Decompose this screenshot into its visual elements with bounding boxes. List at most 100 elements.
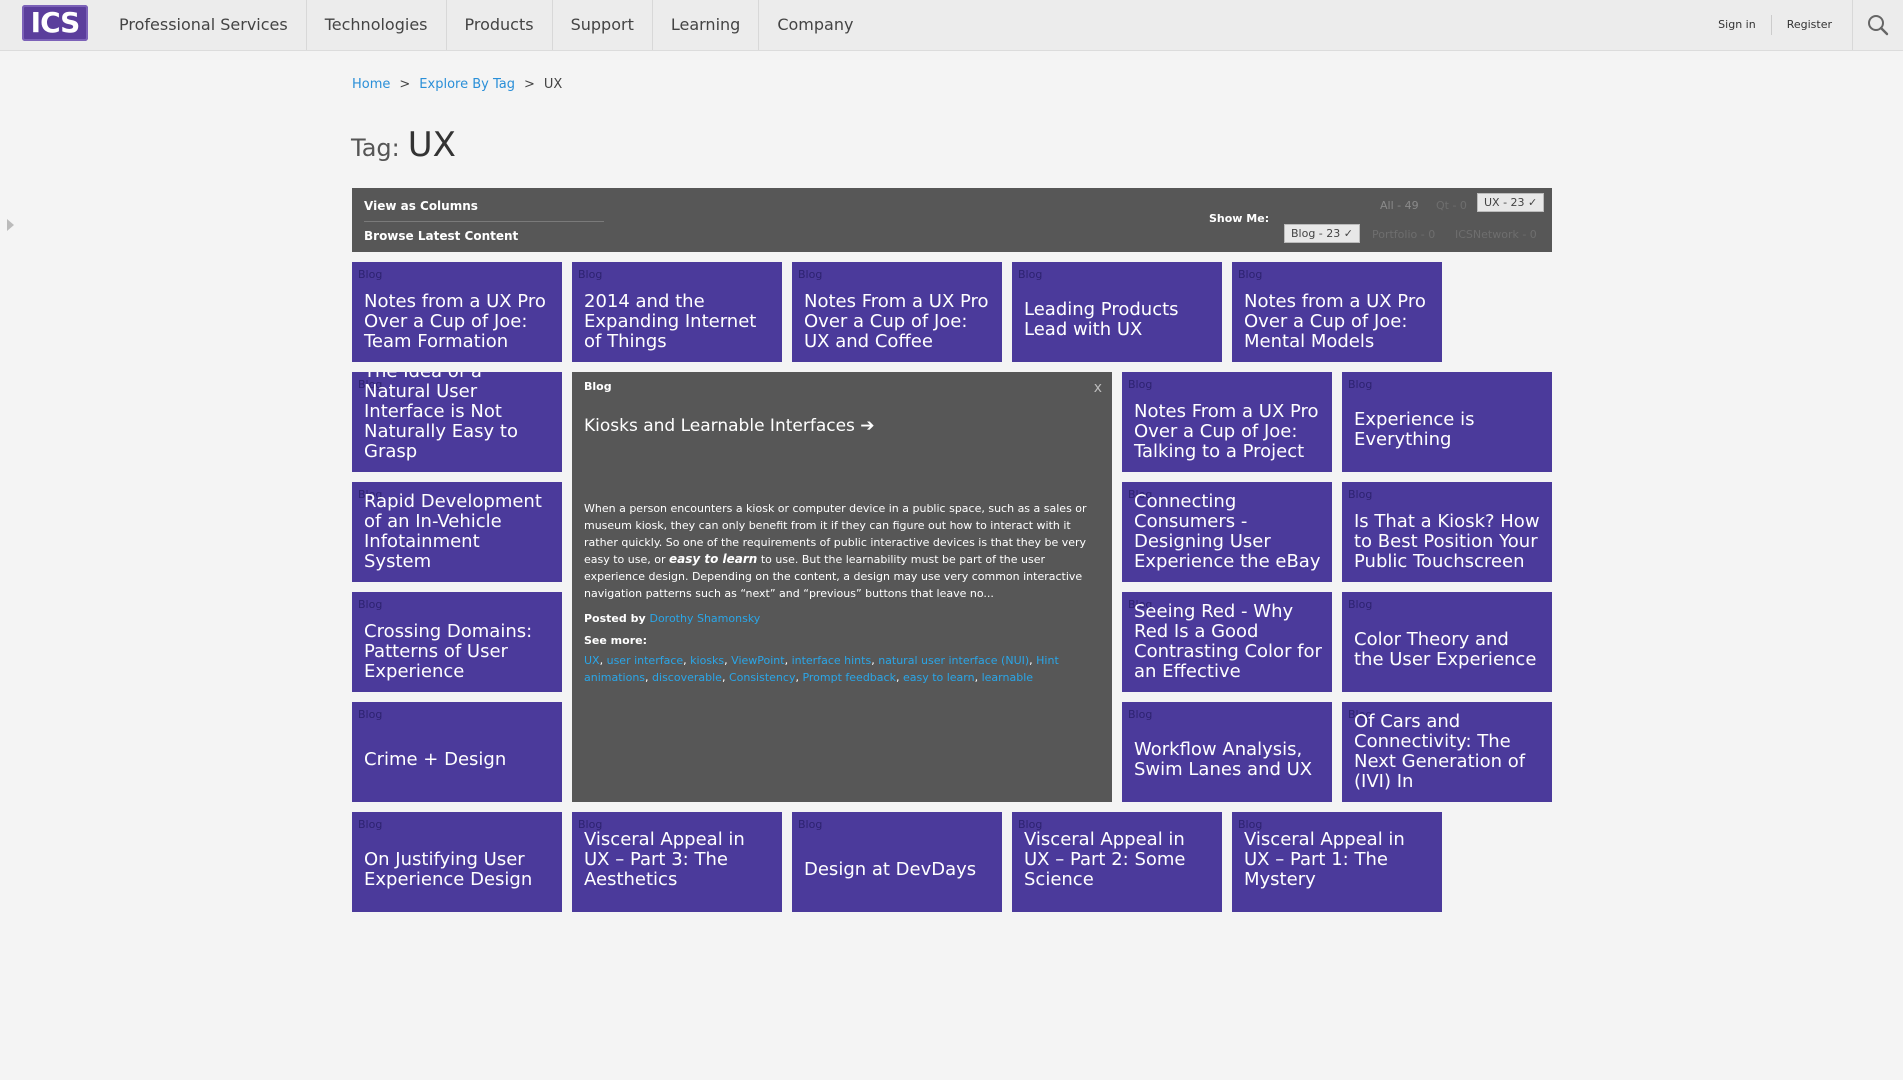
tile-title: Visceral Appeal in UX – Part 2: Some Sci… [1024, 829, 1186, 890]
nav-professional-services[interactable]: Professional Services [101, 0, 307, 50]
tile-title: Workflow Analysis, Swim Lanes and UX [1134, 739, 1313, 780]
content-tile[interactable]: Blog Of Cars and Connectivity: The Next G… [1342, 702, 1552, 802]
tag-link[interactable]: user interface [607, 654, 684, 667]
tag-label: Tag: [351, 134, 400, 162]
search-icon [1868, 15, 1889, 36]
tile-title: Leading Products Lead with UX [1024, 299, 1179, 340]
author-link[interactable]: Dorothy Shamonsky [649, 612, 760, 625]
tag-link[interactable]: ViewPoint [731, 654, 784, 667]
breadcrumb-home[interactable]: Home [352, 77, 390, 92]
tile-title: Visceral Appeal in UX – Part 3: The Aest… [584, 829, 745, 890]
tile-category: Blog [578, 268, 603, 281]
nav-company[interactable]: Company [759, 0, 871, 50]
toolbar-divider [364, 221, 604, 222]
content-tile[interactable]: Blog Crossing Domains: Patterns of User E… [352, 592, 562, 692]
content-tile[interactable]: Blog Rapid Development of an In-Vehicle I… [352, 482, 562, 582]
tag-link[interactable]: natural user interface (NUI) [878, 654, 1029, 667]
tile-category: Blog [1128, 378, 1153, 391]
panel-description: When a person encounters a kiosk or comp… [584, 500, 1099, 602]
tile-category: Blog [798, 268, 823, 281]
tile-title: Experience is Everything [1354, 409, 1475, 450]
tile-title: Crossing Domains: Patterns of User Exper… [364, 621, 533, 682]
tile-title: 2014 and the Expanding Internet of Thing… [584, 291, 757, 352]
tag-link[interactable]: Prompt feedback [802, 671, 896, 684]
tile-category: Blog [358, 268, 383, 281]
nav-support[interactable]: Support [553, 0, 653, 50]
content-tile[interactable]: BlogThe Idea of a Natural User Interface… [352, 372, 562, 472]
tile-title: Connecting Consumers - Designing User Ex… [1134, 491, 1321, 572]
content-tile[interactable]: Blog Notes From a UX Pro Over a Cup of Jo… [792, 262, 1002, 362]
tile-title: Visceral Appeal in UX – Part 1: The Myst… [1244, 829, 1405, 890]
content-tile[interactable]: Blog Notes from a UX Pro Over a Cup of Jo… [1232, 262, 1442, 362]
ics-logo[interactable]: ICS [22, 5, 88, 41]
tile-title: Design at DevDays [804, 859, 977, 880]
close-icon[interactable]: x [1094, 380, 1102, 396]
tile-category: Blog [1238, 268, 1263, 281]
content-tile[interactable]: Blog Visceral Appeal in UX – Part 3: The … [572, 812, 782, 912]
content-tile[interactable]: Blog 2014 and the Expanding Internet of T… [572, 262, 782, 362]
tag-link[interactable]: Consistency [729, 671, 796, 684]
show-me-label: Show Me: [1209, 212, 1270, 225]
nav-learning[interactable]: Learning [653, 0, 760, 50]
content-tile[interactable]: Blog Design at DevDays [792, 812, 1002, 912]
description-emphasis: easy to learn [669, 552, 758, 566]
nav-technologies[interactable]: Technologies [307, 0, 447, 50]
filter-qt[interactable]: Qt - 0 [1436, 199, 1467, 212]
sign-in-link[interactable]: Sign in [1703, 15, 1772, 35]
account-links: Sign in Register [1703, 0, 1903, 50]
browse-latest-link[interactable]: Browse Latest Content [364, 229, 518, 243]
tile-category: Blog [358, 818, 383, 831]
tile-title: Is That a Kiosk? How to Best Position Yo… [1354, 511, 1540, 572]
content-tile[interactable]: Blog Visceral Appeal in UX – Part 1: The … [1232, 812, 1442, 912]
main-menu: Professional Services Technologies Produ… [101, 0, 871, 50]
tag-link[interactable]: discoverable [652, 671, 722, 684]
content-tile[interactable]: Blog Notes from a UX Pro Over a Cup of Jo… [352, 262, 562, 362]
search-button[interactable] [1852, 0, 1903, 50]
tag-link[interactable]: UX [584, 654, 600, 667]
content-tile[interactable]: Blog Notes From a UX Pro Over a Cup of Jo… [1122, 372, 1332, 472]
tag-link[interactable]: learnable [982, 671, 1033, 684]
filter-ux[interactable]: UX - 23 ✓ [1477, 193, 1545, 212]
tag-link[interactable]: easy to learn [903, 671, 975, 684]
content-tile[interactable]: Blog Leading Products Lead with UX [1012, 262, 1222, 362]
content-tile[interactable]: Blog On Justifying User Experience Design [352, 812, 562, 912]
filter-all[interactable]: All - 49 [1380, 199, 1419, 212]
breadcrumb: Home > Explore By Tag > UX [352, 77, 562, 92]
content-tile[interactable]: Blog Workflow Analysis, Swim Lanes and UX [1122, 702, 1332, 802]
tile-category: Blog [1348, 598, 1373, 611]
view-as-columns-link[interactable]: View as Columns [364, 199, 478, 213]
expanded-post-panel: Blog x Kiosks and Learnable Interfaces ➔… [572, 372, 1112, 802]
content-tile[interactable]: Blog Connecting Consumers - Designing Use… [1122, 482, 1332, 582]
filter-blog[interactable]: Blog - 23 ✓ [1284, 224, 1360, 243]
content-tile[interactable]: Blog Visceral Appeal in UX – Part 2: Some… [1012, 812, 1222, 912]
tile-title: Notes From a UX Pro Over a Cup of Joe: U… [804, 291, 989, 352]
page-title: Tag: UX [351, 125, 456, 165]
filter-portfolio[interactable]: Portfolio - 0 [1372, 228, 1435, 241]
tile-title: Notes from a UX Pro Over a Cup of Joe: T… [364, 291, 546, 352]
tag-list: UX, user interface, kiosks, ViewPoint, i… [584, 654, 1059, 684]
tile-title: The Idea of a Natural User Interface is … [364, 372, 518, 462]
breadcrumb-explore-by-tag[interactable]: Explore By Tag [419, 77, 515, 92]
content-tile[interactable]: Blog Color Theory and the User Experience [1342, 592, 1552, 692]
tag-link[interactable]: interface hints [792, 654, 872, 667]
tile-category: Blog [1348, 378, 1373, 391]
filter-icsnetwork[interactable]: ICSNetwork - 0 [1455, 228, 1537, 241]
content-tile[interactable]: Blog Is That a Kiosk? How to Best Positio… [1342, 482, 1552, 582]
register-link[interactable]: Register [1772, 15, 1852, 35]
posted-by: Posted by Dorothy Shamonsky [584, 612, 760, 625]
content-tile[interactable]: Blog Crime + Design [352, 702, 562, 802]
tile-title: Notes From a UX Pro Over a Cup of Joe: T… [1134, 401, 1319, 462]
tile-category: Blog [1348, 488, 1373, 501]
tile-category: Blog [798, 818, 823, 831]
tile-title: Crime + Design [364, 749, 507, 770]
tag-link[interactable]: kiosks [690, 654, 724, 667]
panel-title-link[interactable]: Kiosks and Learnable Interfaces ➔ [584, 416, 875, 436]
expand-arrow-icon[interactable] [7, 219, 14, 231]
tile-category: Blog [1128, 708, 1153, 721]
tile-category: Blog [358, 708, 383, 721]
content-tile[interactable]: Blog Experience is Everything [1342, 372, 1552, 472]
tag-value: UX [407, 125, 456, 165]
content-tile[interactable]: Blog Seeing Red - Why Red Is a Good Contr… [1122, 592, 1332, 692]
nav-products[interactable]: Products [447, 0, 553, 50]
filter-toolbar: View as Columns Browse Latest Content Sh… [352, 188, 1552, 252]
